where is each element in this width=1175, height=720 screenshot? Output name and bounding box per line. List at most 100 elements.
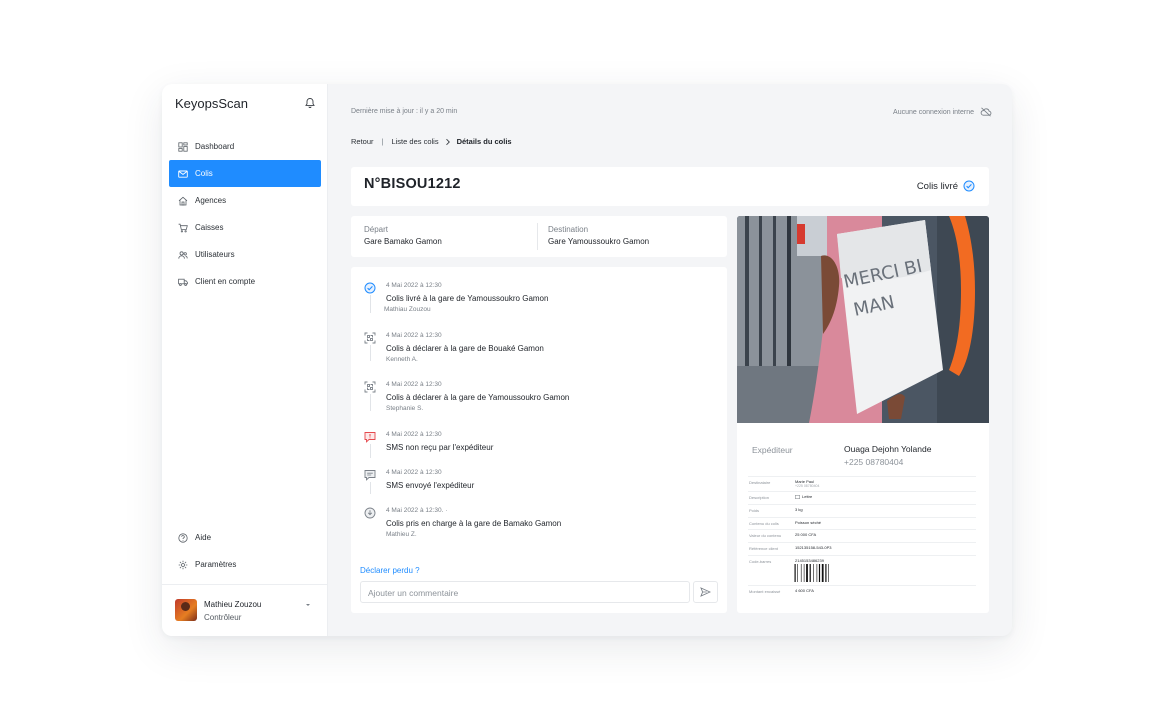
scan-icon	[364, 332, 376, 344]
avatar	[175, 599, 197, 621]
status-text: Colis livré	[916, 180, 958, 192]
cloud-off-icon	[980, 107, 992, 117]
sidebar-item-dashboard[interactable]: Dashboard	[169, 133, 321, 160]
sidebar-item-caisses[interactable]: Caisses	[169, 214, 321, 241]
departure-label: Départ	[364, 225, 389, 234]
detail-value: 2145153486239	[795, 557, 824, 563]
sidebar-item-agences[interactable]: Agences	[169, 187, 321, 214]
event-author: Mathiau Zouzou	[384, 306, 431, 313]
sidebar-item-label: Client en compte	[195, 277, 256, 286]
breadcrumb: Retour | Liste des colis Détails du coli…	[351, 137, 512, 146]
event-message: Colis à déclarer à la gare de Bouaké Gam…	[386, 344, 544, 353]
dashboard-icon	[178, 141, 188, 152]
detail-row: Code-barres 2145153486239	[748, 554, 976, 585]
back-link[interactable]: Retour	[351, 137, 374, 146]
event-message: Colis à déclarer à la gare de Yamoussouk…	[386, 393, 570, 402]
sidebar-item-label: Dashboard	[195, 142, 235, 151]
send-icon	[700, 587, 711, 597]
check-circle-icon	[963, 180, 975, 192]
destination-value: Gare Yamoussoukro Gamon	[548, 237, 650, 246]
event-time: 4 Mai 2022 à 12:30	[386, 282, 442, 289]
detail-row: Description Lettre	[748, 491, 976, 504]
comment-input[interactable]: Ajouter un commentaire	[360, 581, 690, 603]
barcode-bar	[828, 563, 829, 582]
sidebar-item-aide[interactable]: Aide	[169, 524, 321, 551]
event-time: 4 Mai 2022 à 12:30	[386, 332, 442, 339]
detail-value: 3 kg	[795, 506, 803, 512]
parcel-header: N°BISOU1212 Colis livré	[351, 167, 989, 206]
timeline-connector	[370, 482, 371, 494]
bell-icon[interactable]	[304, 97, 316, 109]
barcode-bar	[816, 563, 818, 582]
departure-value: Gare Bamako Gamon	[364, 237, 442, 246]
parcel-photo: MERCI BI MAN	[737, 216, 989, 423]
check-circle-icon	[364, 282, 376, 294]
destination-label: Destination	[548, 225, 589, 234]
detail-value: 152135158-543-0P3	[795, 545, 832, 551]
last-update-text: Dernière mise à jour : il y a 20 min	[351, 108, 458, 115]
departure: Départ Gare Bamako Gamon	[364, 225, 442, 246]
sidebar-item-client-en-compte[interactable]: Client en compte	[169, 268, 321, 295]
barcode-bar	[800, 563, 802, 582]
sender-name: Ouaga Dejohn Yolande	[844, 444, 932, 454]
mail-icon	[178, 170, 188, 178]
timeline-connector	[370, 345, 371, 361]
chevron-right-icon	[445, 138, 450, 145]
barcode-bar	[794, 563, 796, 582]
sidebar-item-parametres[interactable]: Paramètres	[169, 551, 321, 578]
cart-icon	[178, 223, 188, 232]
detail-key: Description	[749, 495, 770, 500]
connection-status: Aucune connexion interne	[893, 107, 992, 117]
sidebar-item-label: Caisses	[195, 223, 224, 232]
sidebar-item-label: Colis	[195, 169, 213, 178]
event-message: SMS non reçu par l'expéditeur	[386, 443, 494, 452]
detail-row: Poids 3 kg	[748, 503, 976, 517]
route-card: Départ Gare Bamako Gamon Destination Gar…	[351, 216, 727, 257]
detail-row: Référence client 152135158-543-0P3	[748, 542, 976, 555]
detail-row: Destinataire Marie Paul +225 08780404	[748, 476, 976, 491]
sidebar-item-label: Agences	[195, 196, 227, 205]
detail-key: Poids	[749, 507, 760, 513]
event-time: 4 Mai 2022 à 12:30	[386, 381, 442, 388]
sidebar-item-utilisateurs[interactable]: Utilisateurs	[169, 241, 321, 268]
users-icon	[178, 250, 188, 259]
detail-key: Montant encaissé	[749, 588, 781, 594]
sidebar-item-label: Utilisateurs	[195, 250, 235, 259]
timeline-connector	[370, 394, 371, 411]
destination: Destination Gare Yamoussoukro Gamon	[548, 225, 649, 246]
sms-icon	[364, 470, 376, 481]
parcel-photo-card: MERCI BI MAN Expéditeur Ouaga Dejohn Yol…	[737, 216, 989, 613]
app-logo: KeyopsScan	[175, 96, 248, 111]
detail-value: 25 000 CFA	[795, 532, 817, 538]
document-icon	[795, 494, 800, 499]
barcode-bar	[818, 563, 821, 582]
barcode-bar	[806, 563, 808, 582]
event-author: Kenneth A.	[386, 356, 418, 363]
barcode-bar	[825, 563, 827, 582]
event-message: Colis livré à la gare de Yamoussoukro Ga…	[386, 294, 549, 303]
timeline-connector	[370, 295, 371, 313]
home-icon	[178, 196, 188, 205]
help-icon	[178, 532, 188, 543]
detail-key: Destinataire	[749, 480, 771, 485]
user-name: Mathieu Zouzou	[204, 600, 262, 609]
breadcrumb-current: Détails du colis	[456, 137, 512, 146]
detail-key: Code-barres	[749, 558, 772, 564]
sidebar-item-colis[interactable]: Colis	[169, 160, 321, 187]
sidebar-bottom-nav: Aide Paramètres	[169, 524, 321, 578]
user-role: Contrôleur	[204, 613, 242, 622]
detail-value-text: Lettre	[802, 494, 813, 499]
detail-key: Valeur du contenu	[749, 533, 782, 539]
barcode-bar	[813, 563, 814, 582]
page-title: N°BISOU1212	[364, 176, 461, 192]
declare-lost-link[interactable]: Déclarer perdu ?	[360, 566, 420, 575]
user-menu[interactable]: Mathieu Zouzou Contrôleur	[162, 584, 328, 636]
timeline-connector	[370, 444, 371, 458]
detail-subvalue: +225 08780404	[795, 484, 820, 488]
chevron-down-icon[interactable]	[305, 602, 311, 608]
gear-icon	[178, 560, 188, 569]
main-content: Dernière mise à jour : il y a 20 min Auc…	[328, 84, 1012, 636]
breadcrumb-list-link[interactable]: Liste des colis	[391, 137, 438, 146]
detail-value: Poisson séché	[795, 519, 822, 525]
send-button[interactable]	[693, 581, 718, 603]
